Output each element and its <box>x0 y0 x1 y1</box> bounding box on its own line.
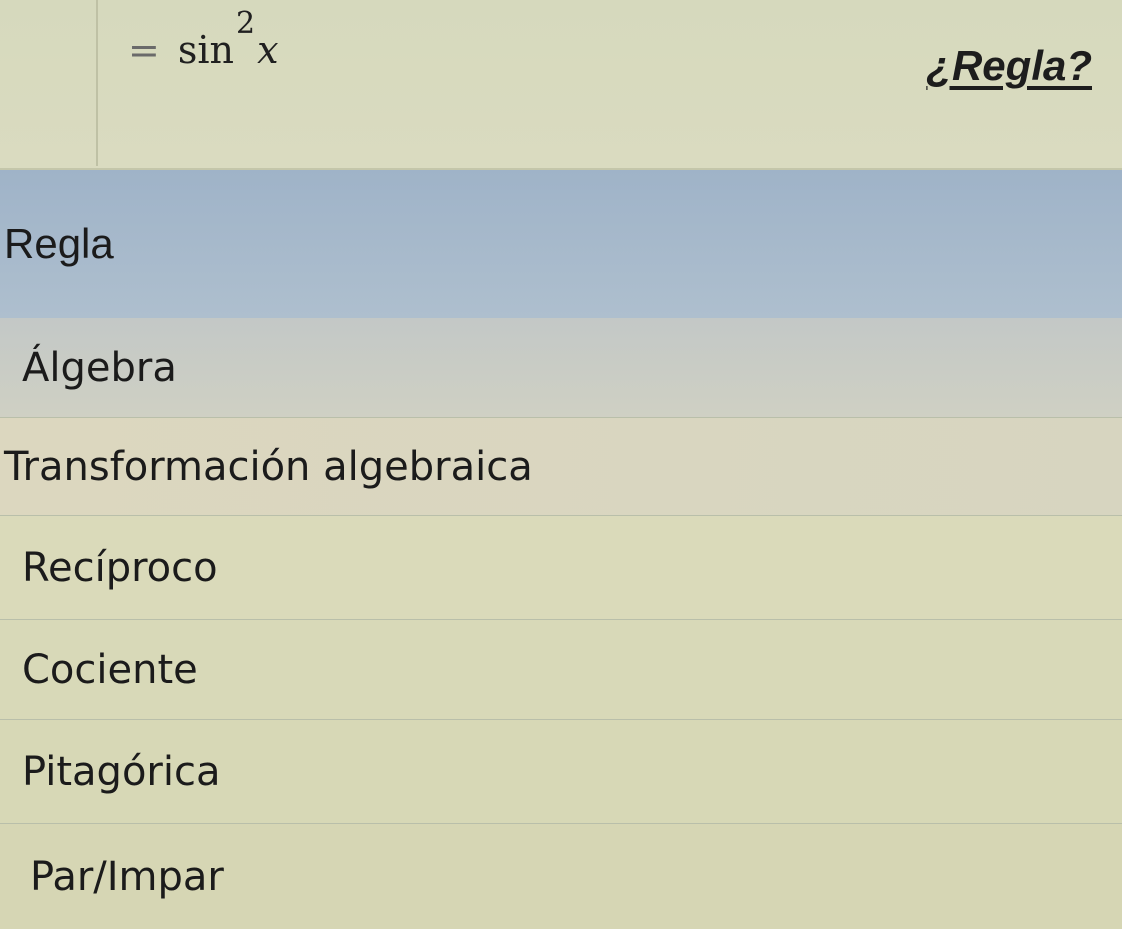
rule-help-link[interactable]: ¿Regla? <box>926 42 1092 90</box>
function-name: sin <box>177 28 234 72</box>
equals-sign: = <box>128 28 160 72</box>
option-regla[interactable]: Regla <box>0 170 1122 318</box>
option-transformacion-algebraica[interactable]: Transformación algebraica <box>0 418 1122 516</box>
option-algebra[interactable]: Álgebra <box>0 318 1122 418</box>
exponent: 2 <box>235 6 256 41</box>
step-number-cell <box>0 0 98 166</box>
option-pitagorica[interactable]: Pitagórica <box>0 720 1122 824</box>
option-par-impar[interactable]: Par/Impar <box>0 824 1122 929</box>
equation-row: = sin2x ¿Regla? <box>0 0 1122 170</box>
variable: x <box>257 28 279 72</box>
option-reciproco[interactable]: Recíproco <box>0 516 1122 620</box>
option-cociente[interactable]: Cociente <box>0 620 1122 720</box>
equation-expression: = sin2x <box>128 6 279 72</box>
rule-dropdown-list[interactable]: Regla Álgebra Transformación algebraica … <box>0 170 1122 929</box>
